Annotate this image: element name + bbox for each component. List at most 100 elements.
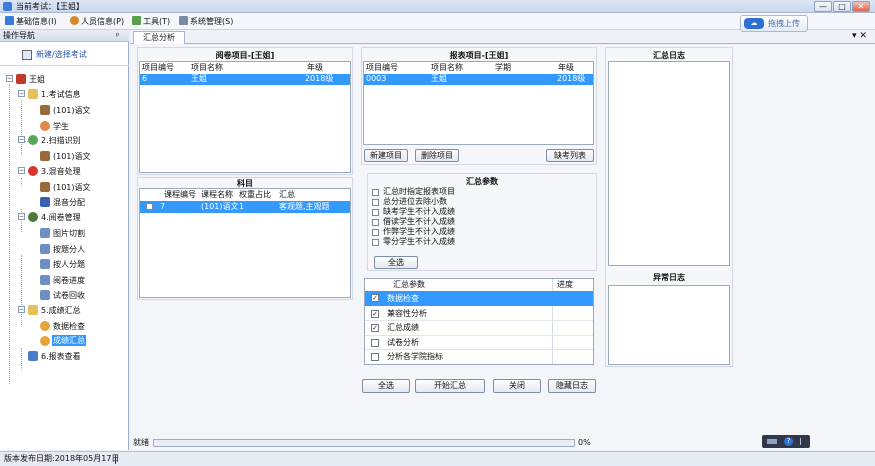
calendar-icon bbox=[40, 259, 50, 269]
summary-log-title: 汇总日志 bbox=[653, 51, 685, 60]
new-exam-link[interactable]: 新建/选择考试 bbox=[0, 43, 129, 66]
tree-node-scan-chinese[interactable]: (101)语文 bbox=[53, 151, 91, 162]
tree-node-scan[interactable]: 2.扫描识别 bbox=[41, 135, 81, 146]
calendar-icon bbox=[40, 244, 50, 254]
row-checkbox[interactable] bbox=[146, 203, 153, 210]
col-header: 项目名称 bbox=[431, 63, 463, 72]
help-icon[interactable]: ? bbox=[784, 437, 793, 446]
collapse-toggle[interactable]: − bbox=[18, 90, 25, 97]
subject-table: 课程编号 课程名称 权重占比 汇总 7 (101)语文 1 客观题,主观题 bbox=[139, 188, 351, 298]
tree-node-recycle[interactable]: 试卷回收 bbox=[53, 290, 85, 301]
col-header: 课程名称 bbox=[201, 190, 233, 199]
table-row[interactable]: 0003 王姐 2018级 bbox=[364, 74, 593, 85]
close-button[interactable]: 关闭 bbox=[493, 379, 541, 393]
pin-icon[interactable]: ᵖ bbox=[116, 30, 119, 41]
tree-node-summary[interactable]: 5.成绩汇总 bbox=[41, 305, 81, 316]
step-checkbox[interactable] bbox=[371, 339, 379, 347]
tab-summary-analysis[interactable]: 汇总分析 bbox=[133, 31, 185, 44]
subject-icon bbox=[40, 151, 50, 161]
tree-node-mix[interactable]: 3.混音处理 bbox=[41, 166, 81, 177]
table-row[interactable]: 试卷分析 bbox=[365, 336, 593, 350]
tree-node-mix-chinese[interactable]: (101)语文 bbox=[53, 182, 91, 193]
table-row[interactable]: ✓ 汇总成绩 bbox=[365, 321, 593, 336]
option-checkbox[interactable] bbox=[372, 219, 379, 226]
step-checkbox[interactable]: ✓ bbox=[371, 294, 379, 302]
delete-project-button[interactable]: 删除项目 bbox=[415, 149, 459, 162]
collapse-toggle[interactable]: − bbox=[6, 75, 13, 82]
maximize-button[interactable]: □ bbox=[833, 1, 851, 12]
table-row[interactable]: ✓ 数据检查 bbox=[365, 291, 593, 306]
tree-node-students[interactable]: 学生 bbox=[53, 121, 69, 132]
folder-icon bbox=[28, 305, 38, 315]
col-header: 汇总参数 bbox=[393, 280, 425, 289]
absent-list-button[interactable]: 缺考列表 bbox=[546, 149, 594, 162]
tree-node-root[interactable]: 王姐 bbox=[29, 74, 45, 85]
summary-log-area[interactable] bbox=[608, 61, 730, 266]
summary-params-title: 汇总参数 bbox=[466, 177, 498, 186]
tree-line bbox=[21, 100, 22, 155]
tree-node-by-person[interactable]: 按人分题 bbox=[53, 259, 85, 270]
menu-tools[interactable]: 工具(T) bbox=[132, 15, 170, 28]
table-row[interactable]: 分析各学院指标 bbox=[365, 350, 593, 364]
new-document-icon bbox=[22, 50, 32, 60]
col-header: 年级 bbox=[307, 63, 323, 72]
tree-node-score-summary[interactable]: 成绩汇总 bbox=[52, 335, 86, 346]
keyboard-icon[interactable] bbox=[767, 439, 777, 444]
error-log-area[interactable] bbox=[608, 285, 730, 365]
student-icon bbox=[40, 121, 50, 131]
settings-icon bbox=[179, 16, 188, 25]
collapse-toggle[interactable]: − bbox=[18, 167, 25, 174]
tree-node-data-check[interactable]: 数据检查 bbox=[53, 321, 85, 332]
tab-close-icon[interactable]: ▾ ✕ bbox=[852, 31, 867, 42]
close-window-button[interactable]: ✕ bbox=[852, 1, 870, 12]
tree-node-exam-info[interactable]: 1.考试信息 bbox=[41, 89, 81, 100]
database-icon bbox=[5, 16, 14, 25]
minimize-button[interactable]: — bbox=[814, 1, 832, 12]
start-summary-button[interactable]: 开始汇总 bbox=[415, 379, 485, 393]
tree-node-report[interactable]: 6.报表查看 bbox=[41, 351, 81, 362]
table-row[interactable]: 7 (101)语文 1 客观题,主观题 bbox=[140, 201, 350, 213]
select-all-button[interactable]: 全选 bbox=[362, 379, 410, 393]
tree-node-mix-assign[interactable]: 混音分配 bbox=[53, 197, 85, 208]
tree-node-grading[interactable]: 4.阅卷管理 bbox=[41, 212, 81, 223]
new-project-button[interactable]: 新建项目 bbox=[364, 149, 408, 162]
report-icon bbox=[28, 351, 38, 361]
tree-node-exam-chinese[interactable]: (101)语文 bbox=[53, 105, 91, 116]
step-checkbox[interactable] bbox=[371, 353, 379, 361]
table-row[interactable]: 6 王姐 2018级 bbox=[140, 74, 350, 85]
step-checkbox[interactable]: ✓ bbox=[371, 324, 379, 332]
title-bar: 当前考试：【王姐】 — □ ✕ bbox=[0, 0, 875, 13]
menu-personnel[interactable]: 人员信息(P) bbox=[70, 15, 124, 28]
col-header: 学期 bbox=[495, 63, 511, 72]
tree-line bbox=[21, 178, 22, 186]
pie-chart-icon bbox=[40, 321, 50, 331]
image-cut-icon bbox=[40, 228, 50, 238]
option-checkbox[interactable] bbox=[372, 209, 379, 216]
params-select-all-button[interactable]: 全选 bbox=[374, 256, 418, 269]
tray-options-icon[interactable] bbox=[800, 438, 805, 445]
hide-log-button[interactable]: 隐藏日志 bbox=[548, 379, 596, 393]
option-checkbox[interactable] bbox=[372, 239, 379, 246]
report-project-table: 项目编号 项目名称 学期 年级 0003 王姐 2018级 bbox=[363, 61, 594, 145]
collapse-toggle[interactable]: − bbox=[18, 213, 25, 220]
tree-node-image-cut[interactable]: 图片切割 bbox=[53, 228, 85, 239]
col-header: 项目编号 bbox=[142, 63, 174, 72]
summary-content: 阅卷项目-[王姐] 项目编号 项目名称 年级 6 王姐 2018级 科目 课程编… bbox=[131, 45, 875, 450]
collapse-toggle[interactable]: − bbox=[18, 306, 25, 313]
collapse-toggle[interactable]: − bbox=[18, 136, 25, 143]
table-row[interactable]: ✓ 兼容性分析 bbox=[365, 307, 593, 321]
tree-line bbox=[21, 255, 22, 325]
grading-icon bbox=[28, 212, 38, 222]
menu-basic-info[interactable]: 基础信息(I) bbox=[5, 15, 57, 28]
step-checkbox[interactable]: ✓ bbox=[371, 310, 379, 318]
status-text: 就绪 bbox=[133, 438, 149, 447]
assign-icon bbox=[40, 197, 50, 207]
tree-node-by-question[interactable]: 按题分人 bbox=[53, 244, 85, 255]
tree-node-progress[interactable]: 阅卷进度 bbox=[53, 275, 85, 286]
option-checkbox[interactable] bbox=[372, 189, 379, 196]
menu-system[interactable]: 系统管理(S) bbox=[179, 15, 233, 28]
option-checkbox[interactable] bbox=[372, 229, 379, 236]
option-checkbox[interactable] bbox=[372, 199, 379, 206]
bottom-bar: 版本发布日期:2018年05月17日 bbox=[0, 451, 875, 466]
option-label: 零分学生不计入成绩 bbox=[383, 237, 455, 246]
